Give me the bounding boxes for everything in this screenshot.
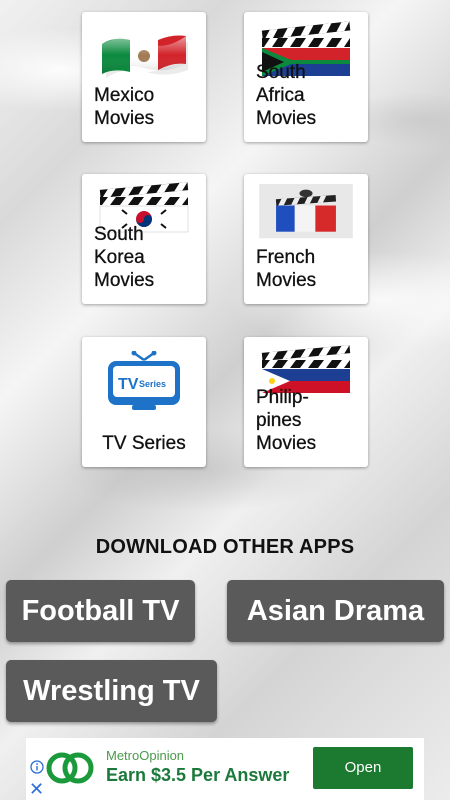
card-mexico-movies[interactable]: Mexico Movies — [82, 12, 206, 142]
tv-series-icon: TV Series — [108, 351, 180, 410]
ad-banner[interactable]: ✕ MetroOpinion Earn $3.5 Per Answer Open — [26, 738, 424, 800]
card-tv-series[interactable]: TV Series TV Series — [82, 337, 206, 467]
card-label: South Africa Movies — [256, 62, 317, 129]
card-label: South Korea Movies — [94, 224, 155, 291]
ad-close-icon[interactable]: ✕ — [29, 780, 44, 798]
wrestling-tv-button[interactable]: Wrestling TV — [6, 660, 217, 722]
other-apps-title: DOWNLOAD OTHER APPS — [95, 536, 355, 558]
card-philippines-movies[interactable]: Philip- pines Movies — [244, 337, 368, 467]
card-label: Mexico Movies — [94, 85, 155, 129]
ad-headline: Earn $3.5 Per Answer — [106, 765, 290, 785]
ad-info-icon[interactable] — [30, 760, 44, 774]
asian-drama-button[interactable]: Asian Drama — [227, 580, 444, 642]
card-label: French Movies — [256, 247, 317, 291]
card-label: Philip- pines Movies — [256, 387, 317, 454]
card-south-korea-movies[interactable]: South Korea Movies — [82, 174, 206, 304]
metroopinion-logo-icon — [46, 752, 94, 784]
svg-text:Series: Series — [139, 379, 166, 389]
ad-open-button[interactable]: Open — [313, 747, 413, 789]
ad-brand: MetroOpinion — [106, 748, 185, 763]
football-tv-button[interactable]: Football TV — [6, 580, 195, 642]
svg-text:TV: TV — [118, 376, 139, 393]
card-french-movies[interactable]: French Movies — [244, 174, 368, 304]
card-label: TV Series — [102, 433, 186, 454]
mexico-flag-icon — [102, 35, 188, 78]
france-clapperboard-icon — [259, 184, 353, 239]
card-south-africa-movies[interactable]: South Africa Movies — [244, 12, 368, 142]
